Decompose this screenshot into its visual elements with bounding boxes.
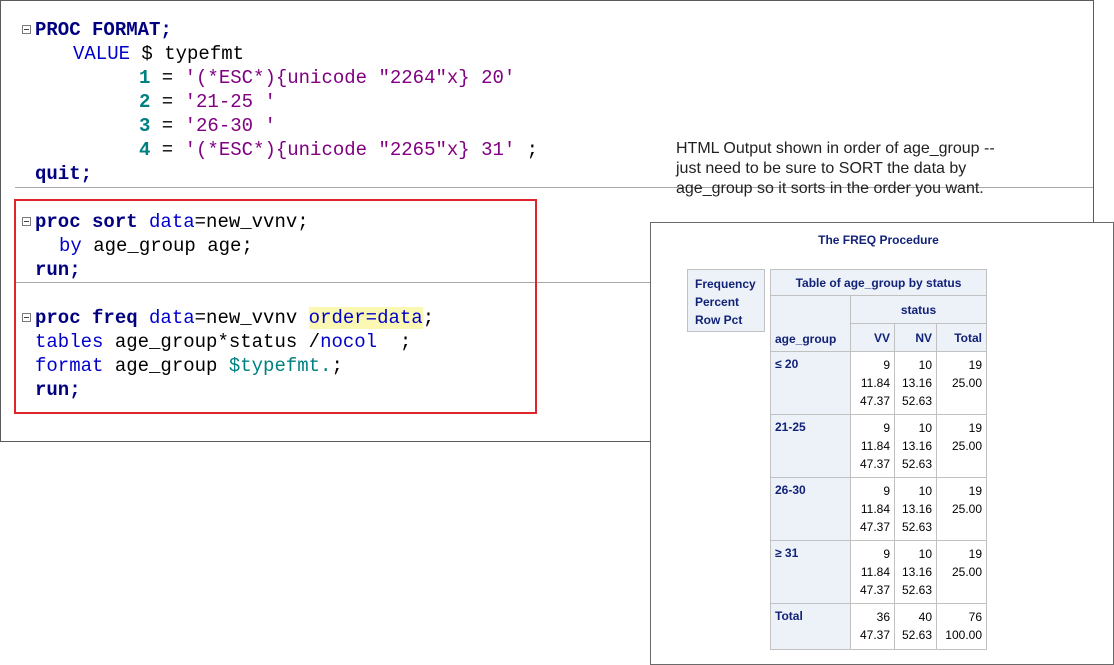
table-cell: 36 47.37 [850,603,895,650]
annotation-text: HTML Output shown in order of age_group … [676,140,995,197]
code-line: VALUE $ typefmt [73,43,245,65]
table-cell: 76 100.00 [936,603,987,650]
code-line: PROC FORMAT; [35,19,172,41]
proc-title: The FREQ Procedure [818,233,939,247]
code-line: 4 = '(*ESC*){unicode "2265"x} 31' ; [139,139,539,161]
row-variable-header: age_group [770,295,851,352]
column-header: Total [936,323,987,352]
table-row: ≥ 31 9 11.84 47.37 10 13.16 52.63 19 25.00 [770,540,987,604]
table-cell: 40 52.63 [894,603,937,650]
row-header: ≤ 20 [770,351,851,415]
highlight-box [14,199,537,414]
row-header: 21-25 [770,414,851,478]
table-row: 26-30 9 11.84 47.37 10 13.16 52.63 19 25.00 [770,477,987,541]
code-line: 3 = '26-30 ' [139,115,276,137]
table-cell: 19 25.00 [936,351,987,415]
table-cell: 10 13.16 52.63 [894,351,937,415]
table-row-total: Total 36 47.37 40 52.63 76 100.00 [770,603,987,650]
table-title: Table of age_group by status [770,269,987,296]
table-cell: 10 13.16 52.63 [894,540,937,604]
table-cell: 19 25.00 [936,540,987,604]
column-variable-header: status [850,295,987,324]
table-cell: 9 11.84 47.37 [850,414,895,478]
table-cell: 10 13.16 52.63 [894,477,937,541]
column-header: VV [850,323,895,352]
fold-toggle-proc-format[interactable] [22,25,31,34]
table-cell: 19 25.00 [936,414,987,478]
code-line: 1 = '(*ESC*){unicode "2264"x} 20' [139,67,516,89]
row-header: ≥ 31 [770,540,851,604]
row-header: 26-30 [770,477,851,541]
table-cell: 9 11.84 47.37 [850,540,895,604]
table-row: ≤ 20 9 11.84 47.37 10 13.16 52.63 19 25.00 [770,351,987,415]
table-row: 21-25 9 11.84 47.37 10 13.16 52.63 19 25.00 [770,414,987,478]
column-header: NV [894,323,937,352]
table-cell: 9 11.84 47.37 [850,351,895,415]
code-line: quit; [35,163,93,185]
code-line: 2 = '21-25 ' [139,91,276,113]
row-header: Total [770,603,851,650]
table-cell: 9 11.84 47.37 [850,477,895,541]
cell-contents-legend: Frequency Percent Row Pct [687,269,765,332]
table-cell: 19 25.00 [936,477,987,541]
table-cell: 10 13.16 52.63 [894,414,937,478]
crosstab-table: Table of age_group by status age_group s… [770,269,987,650]
